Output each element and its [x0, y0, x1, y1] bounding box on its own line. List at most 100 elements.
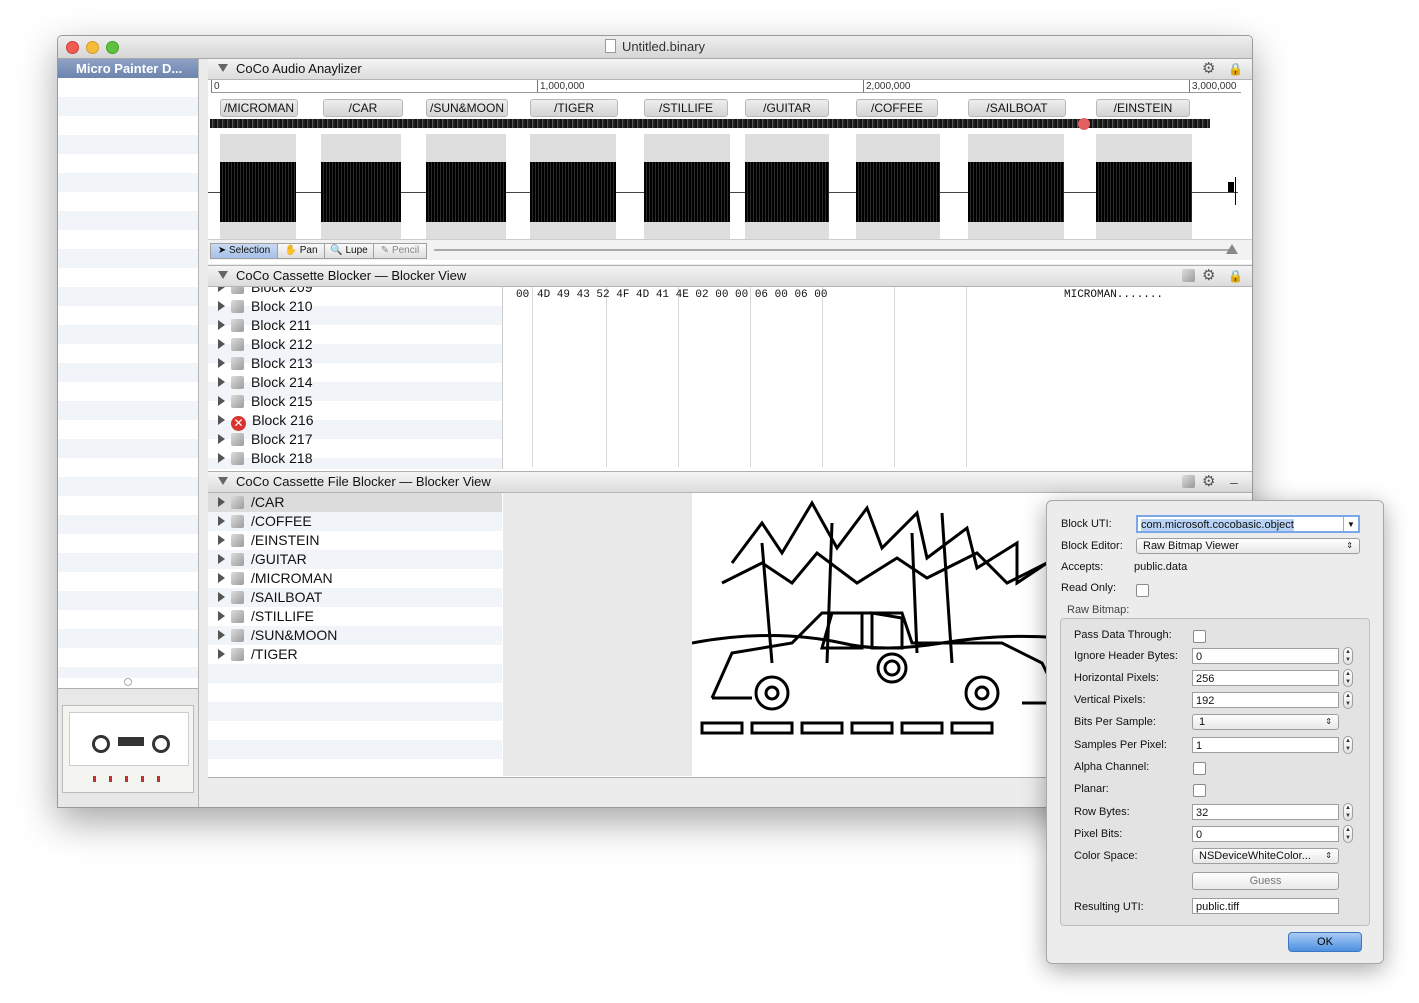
list-item[interactable]: Block 212: [208, 335, 502, 354]
waveform[interactable]: [208, 129, 1248, 239]
audio-file-label[interactable]: /STILLIFE: [644, 99, 728, 117]
audio-file-label[interactable]: /MICROMAN: [220, 99, 298, 117]
alpha-channel-checkbox[interactable]: [1193, 762, 1206, 775]
disclosure-triangle-icon[interactable]: [218, 271, 228, 279]
sample-ruler: 0 1,000,000 2,000,000 3,000,000: [211, 80, 1241, 93]
list-item[interactable]: /SUN&MOON: [208, 626, 502, 645]
hex-view[interactable]: 00 4D 49 43 52 4F 4D 41 4E 02 00 00 06 0…: [504, 287, 1252, 469]
audio-file-label[interactable]: /GUITAR: [745, 99, 829, 117]
cube-icon[interactable]: [1182, 269, 1195, 282]
vertical-pixels-field[interactable]: 192: [1192, 692, 1339, 708]
zoom-slider-knob[interactable]: [1226, 244, 1238, 254]
resulting-uti-field[interactable]: public.tiff: [1192, 898, 1339, 914]
cube-icon[interactable]: [1182, 475, 1195, 488]
row-bytes-field[interactable]: 32: [1192, 804, 1339, 820]
samples-per-pixel-label: Samples Per Pixel:: [1074, 739, 1167, 751]
samples-per-pixel-field[interactable]: 1: [1192, 737, 1339, 753]
block-uti-combo[interactable]: com.microsoft.cocobasic.object ▼: [1136, 515, 1360, 533]
cube-icon: [231, 496, 244, 509]
list-item[interactable]: Block 215: [208, 392, 502, 411]
pass-through-checkbox[interactable]: [1193, 630, 1206, 643]
sidebar-selected-item[interactable]: Micro Painter D...: [58, 59, 198, 78]
split-handle-icon[interactable]: [124, 678, 132, 686]
audio-panel-header: CoCo Audio Anaylizer ⚙ 🔒: [208, 59, 1252, 80]
cube-icon: [231, 319, 244, 332]
list-item[interactable]: Block 209: [208, 287, 502, 297]
list-item[interactable]: Block 211: [208, 316, 502, 335]
audio-file-label[interactable]: /SAILBOAT: [968, 99, 1066, 117]
horizontal-pixels-label: Horizontal Pixels:: [1074, 672, 1159, 684]
color-space-popup[interactable]: NSDeviceWhiteColor... ⇕: [1192, 848, 1339, 864]
audio-file-label[interactable]: /EINSTEIN: [1096, 99, 1190, 117]
list-item[interactable]: /GUITAR: [208, 550, 502, 569]
ignore-header-field[interactable]: 0: [1192, 648, 1339, 664]
list-item[interactable]: Block 214: [208, 373, 502, 392]
hex-offset: 00: [516, 289, 530, 301]
cube-icon: [231, 534, 244, 547]
ruler-label: 1,000,000: [540, 81, 585, 92]
updown-icon: ⇕: [1325, 717, 1332, 726]
read-only-label: Read Only:: [1061, 582, 1117, 594]
lock-icon[interactable]: 🔒: [1228, 59, 1243, 79]
file-blocker-panel-title: CoCo Cassette File Blocker — Blocker Vie…: [236, 474, 491, 489]
list-item[interactable]: /TIGER: [208, 645, 502, 664]
block-list[interactable]: Block 209 Block 210 Block 211 Block 212 …: [208, 287, 502, 469]
audio-file-label[interactable]: /SUN&MOON: [426, 99, 508, 117]
cube-icon: [231, 357, 244, 370]
list-item[interactable]: /EINSTEIN: [208, 531, 502, 550]
row-bytes-stepper[interactable]: ▲ ▼: [1343, 803, 1353, 821]
lock-icon[interactable]: 🔒: [1228, 266, 1243, 286]
block-editor-popup[interactable]: Raw Bitmap Viewer ⇕: [1136, 538, 1360, 554]
updown-icon: ⇕: [1325, 851, 1332, 860]
ignore-header-stepper[interactable]: ▲ ▼: [1343, 647, 1353, 665]
list-item[interactable]: ✕ Block 216: [208, 411, 502, 431]
pixel-bits-stepper[interactable]: ▲ ▼: [1343, 825, 1353, 843]
list-item[interactable]: /CAR: [208, 493, 502, 512]
list-item[interactable]: /SAILBOAT: [208, 588, 502, 607]
pan-tool-button[interactable]: ✋ Pan: [277, 243, 325, 259]
pass-through-label: Pass Data Through:: [1074, 629, 1172, 641]
guess-button[interactable]: Guess: [1192, 872, 1339, 890]
audio-file-label[interactable]: /COFFEE: [856, 99, 938, 117]
gear-icon[interactable]: ⚙: [1202, 268, 1215, 283]
disclosure-triangle-icon[interactable]: [218, 64, 228, 72]
audio-file-label[interactable]: /TIGER: [530, 99, 618, 117]
lupe-tool-button[interactable]: 🔍 Lupe: [324, 243, 374, 259]
gear-icon[interactable]: ⚙: [1202, 474, 1215, 489]
file-list[interactable]: /CAR /COFFEE /EINSTEIN /GUITAR /MICROMAN…: [208, 493, 502, 776]
ruler-label: 2,000,000: [866, 81, 911, 92]
cube-icon: [231, 287, 244, 294]
chevron-down-icon[interactable]: ▼: [1343, 517, 1358, 531]
list-item[interactable]: Block 213: [208, 354, 502, 373]
pixel-bits-field[interactable]: 0: [1192, 826, 1339, 842]
disclosure-triangle-icon[interactable]: [218, 477, 228, 485]
list-item[interactable]: Block 210: [208, 297, 502, 316]
list-item[interactable]: /STILLIFE: [208, 607, 502, 626]
vertical-pixels-stepper[interactable]: ▲ ▼: [1343, 691, 1353, 709]
minus-icon[interactable]: –: [1230, 472, 1238, 492]
list-item[interactable]: /MICROMAN: [208, 569, 502, 588]
blocker-panel: CoCo Cassette Blocker — Blocker View ⚙ 🔒…: [208, 265, 1252, 471]
read-only-checkbox[interactable]: [1136, 584, 1149, 597]
pencil-tool-button[interactable]: ✎ Pencil: [373, 243, 427, 259]
bits-per-sample-popup[interactable]: 1 ⇕: [1192, 714, 1339, 730]
cube-icon: [231, 338, 244, 351]
gear-icon[interactable]: ⚙: [1202, 61, 1215, 76]
title-bar: Untitled.binary: [58, 36, 1252, 59]
planar-checkbox[interactable]: [1193, 784, 1206, 797]
zoom-slider[interactable]: [434, 249, 1232, 251]
accepts-value: public.data: [1134, 561, 1188, 573]
planar-label: Planar:: [1074, 783, 1109, 795]
horizontal-pixels-field[interactable]: 256: [1192, 670, 1339, 686]
sidebar-list[interactable]: [58, 78, 198, 678]
byte-strip[interactable]: [210, 119, 1210, 128]
block-uti-value: com.microsoft.cocobasic.object: [1141, 519, 1294, 531]
audio-file-label[interactable]: /CAR: [323, 99, 403, 117]
selection-tool-button[interactable]: ➤ Selection: [210, 243, 278, 259]
list-item[interactable]: Block 217: [208, 430, 502, 449]
list-item[interactable]: Block 218: [208, 449, 502, 468]
horizontal-pixels-stepper[interactable]: ▲ ▼: [1343, 669, 1353, 687]
samples-per-pixel-stepper[interactable]: ▲ ▼: [1343, 736, 1353, 754]
list-item[interactable]: /COFFEE: [208, 512, 502, 531]
ok-button[interactable]: OK: [1288, 932, 1362, 952]
